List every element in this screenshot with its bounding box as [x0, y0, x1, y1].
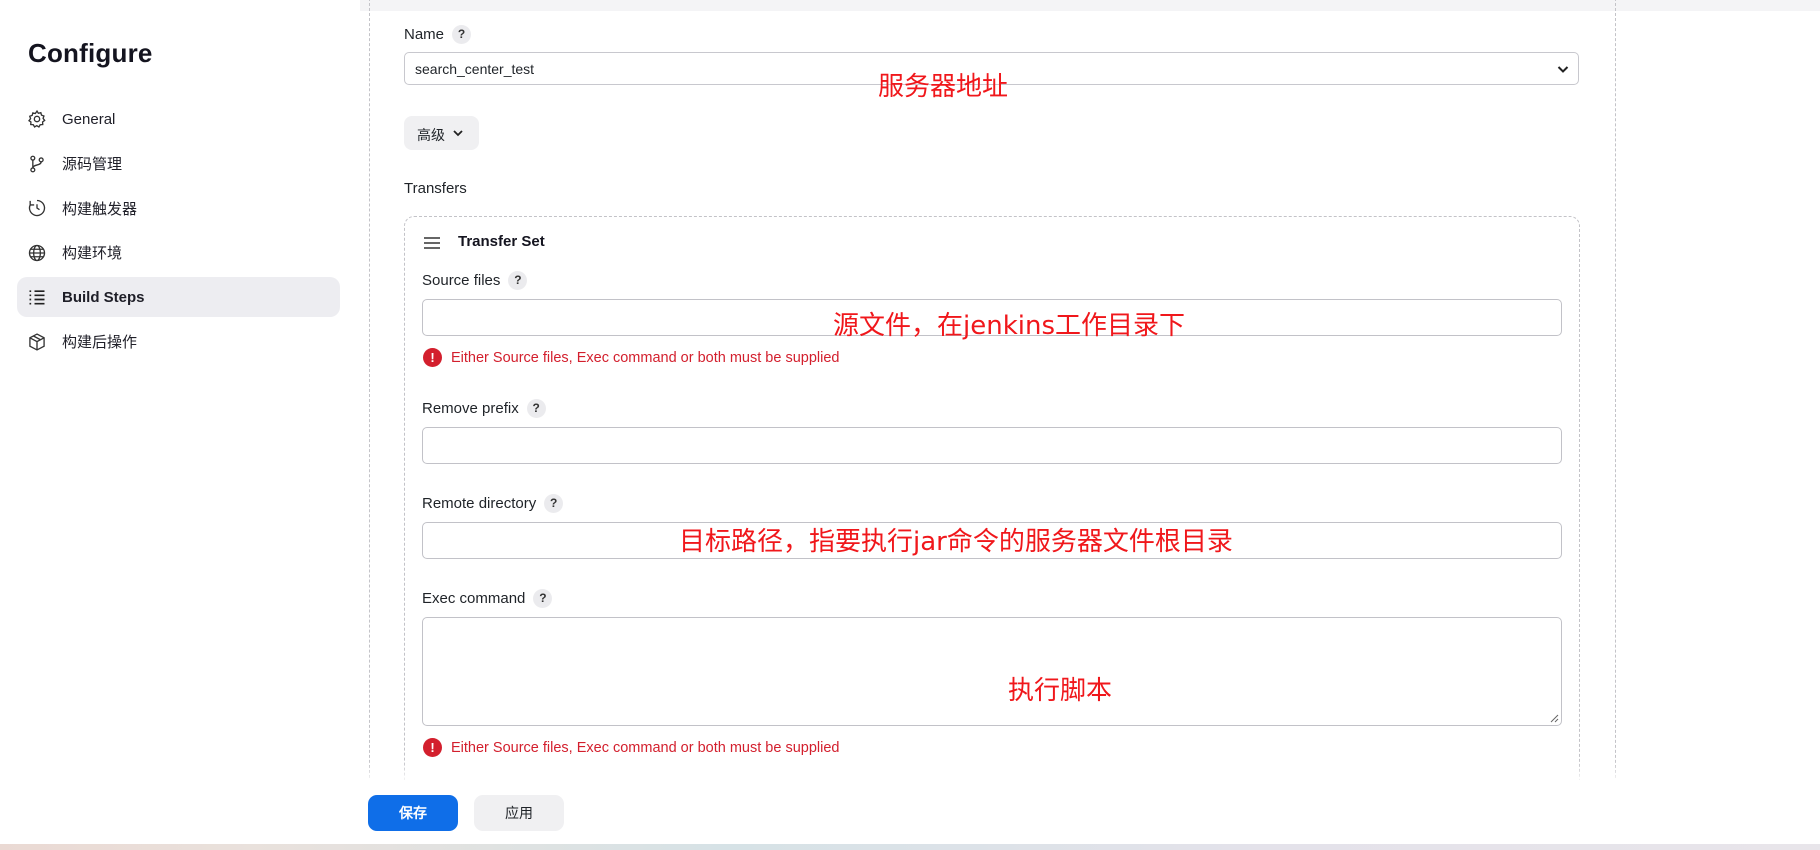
remote-directory-label: Remote directory?: [422, 494, 564, 513]
transfers-label: Transfers: [404, 180, 467, 197]
drag-handle-icon[interactable]: [423, 236, 441, 250]
chevron-down-icon: [453, 130, 463, 137]
transfer-set-title: Transfer Set: [458, 233, 545, 250]
exec-command-label: Exec command?: [422, 589, 553, 608]
bottom-strip: [0, 844, 1820, 850]
gear-icon: [28, 109, 46, 128]
sidebar-item-label: 源码管理: [62, 156, 123, 173]
error-message: ! Either Source files, Exec command or b…: [423, 348, 839, 367]
annotation-source-files: 源文件，在jenkins工作目录下: [833, 311, 1186, 341]
annotation-server-address: 服务器地址: [878, 72, 1009, 102]
sidebar-item-label: General: [62, 110, 116, 128]
name-label: Name?: [404, 25, 472, 44]
server-name-value: search_center_test: [415, 61, 535, 77]
annotation-exec-command: 执行脚本: [1008, 676, 1113, 706]
branch-icon: [30, 155, 44, 172]
help-icon[interactable]: ?: [508, 271, 528, 290]
sidebar-item-label: 构建触发器: [62, 200, 138, 218]
sidebar-item-environment[interactable]: 构建环境: [17, 233, 340, 273]
error-message: ! Either Source files, Exec command or b…: [423, 738, 839, 757]
sidebar-item-scm[interactable]: 源码管理: [17, 144, 340, 184]
sidebar-item-build-steps[interactable]: Build Steps: [17, 277, 340, 317]
package-icon: [29, 332, 45, 351]
sidebar-item-general[interactable]: General: [17, 99, 340, 139]
error-icon: !: [423, 738, 442, 757]
page-title: Configure: [28, 38, 153, 68]
advanced-label: 高级: [417, 127, 445, 143]
remove-prefix-label: Remove prefix?: [422, 399, 546, 418]
help-icon[interactable]: ?: [544, 494, 564, 513]
sidebar-item-label: Build Steps: [62, 288, 145, 306]
apply-button[interactable]: 应用: [474, 795, 564, 831]
clock-icon: [28, 199, 46, 217]
remove-prefix-input[interactable]: [422, 427, 1562, 464]
resize-handle-icon[interactable]: [1549, 713, 1559, 723]
sidebar-nav: General 源码管理 构建触发器 构建环境 Build Steps 构建后操…: [17, 99, 340, 366]
help-icon[interactable]: ?: [452, 25, 472, 44]
help-icon[interactable]: ?: [526, 399, 546, 418]
sidebar-item-label: 构建环境: [62, 245, 123, 262]
annotation-remote-directory: 目标路径，指要执行jar命令的服务器文件根目录: [679, 527, 1233, 557]
globe-icon: [28, 244, 46, 261]
sidebar: Configure General 源码管理 构建触发器 构建环境 Build …: [0, 0, 360, 844]
list-icon: [29, 290, 45, 305]
save-button[interactable]: 保存: [368, 795, 458, 831]
sidebar-item-label: 构建后操作: [62, 334, 138, 351]
source-files-label: Source files?: [422, 271, 528, 290]
error-icon: !: [423, 348, 442, 367]
advanced-button[interactable]: 高级: [404, 116, 479, 150]
help-icon[interactable]: ?: [533, 589, 553, 608]
chevron-down-icon: [1557, 66, 1569, 73]
exec-command-textarea[interactable]: [422, 617, 1562, 726]
sidebar-item-triggers[interactable]: 构建触发器: [17, 188, 340, 228]
sidebar-item-post-build[interactable]: 构建后操作: [17, 322, 340, 362]
